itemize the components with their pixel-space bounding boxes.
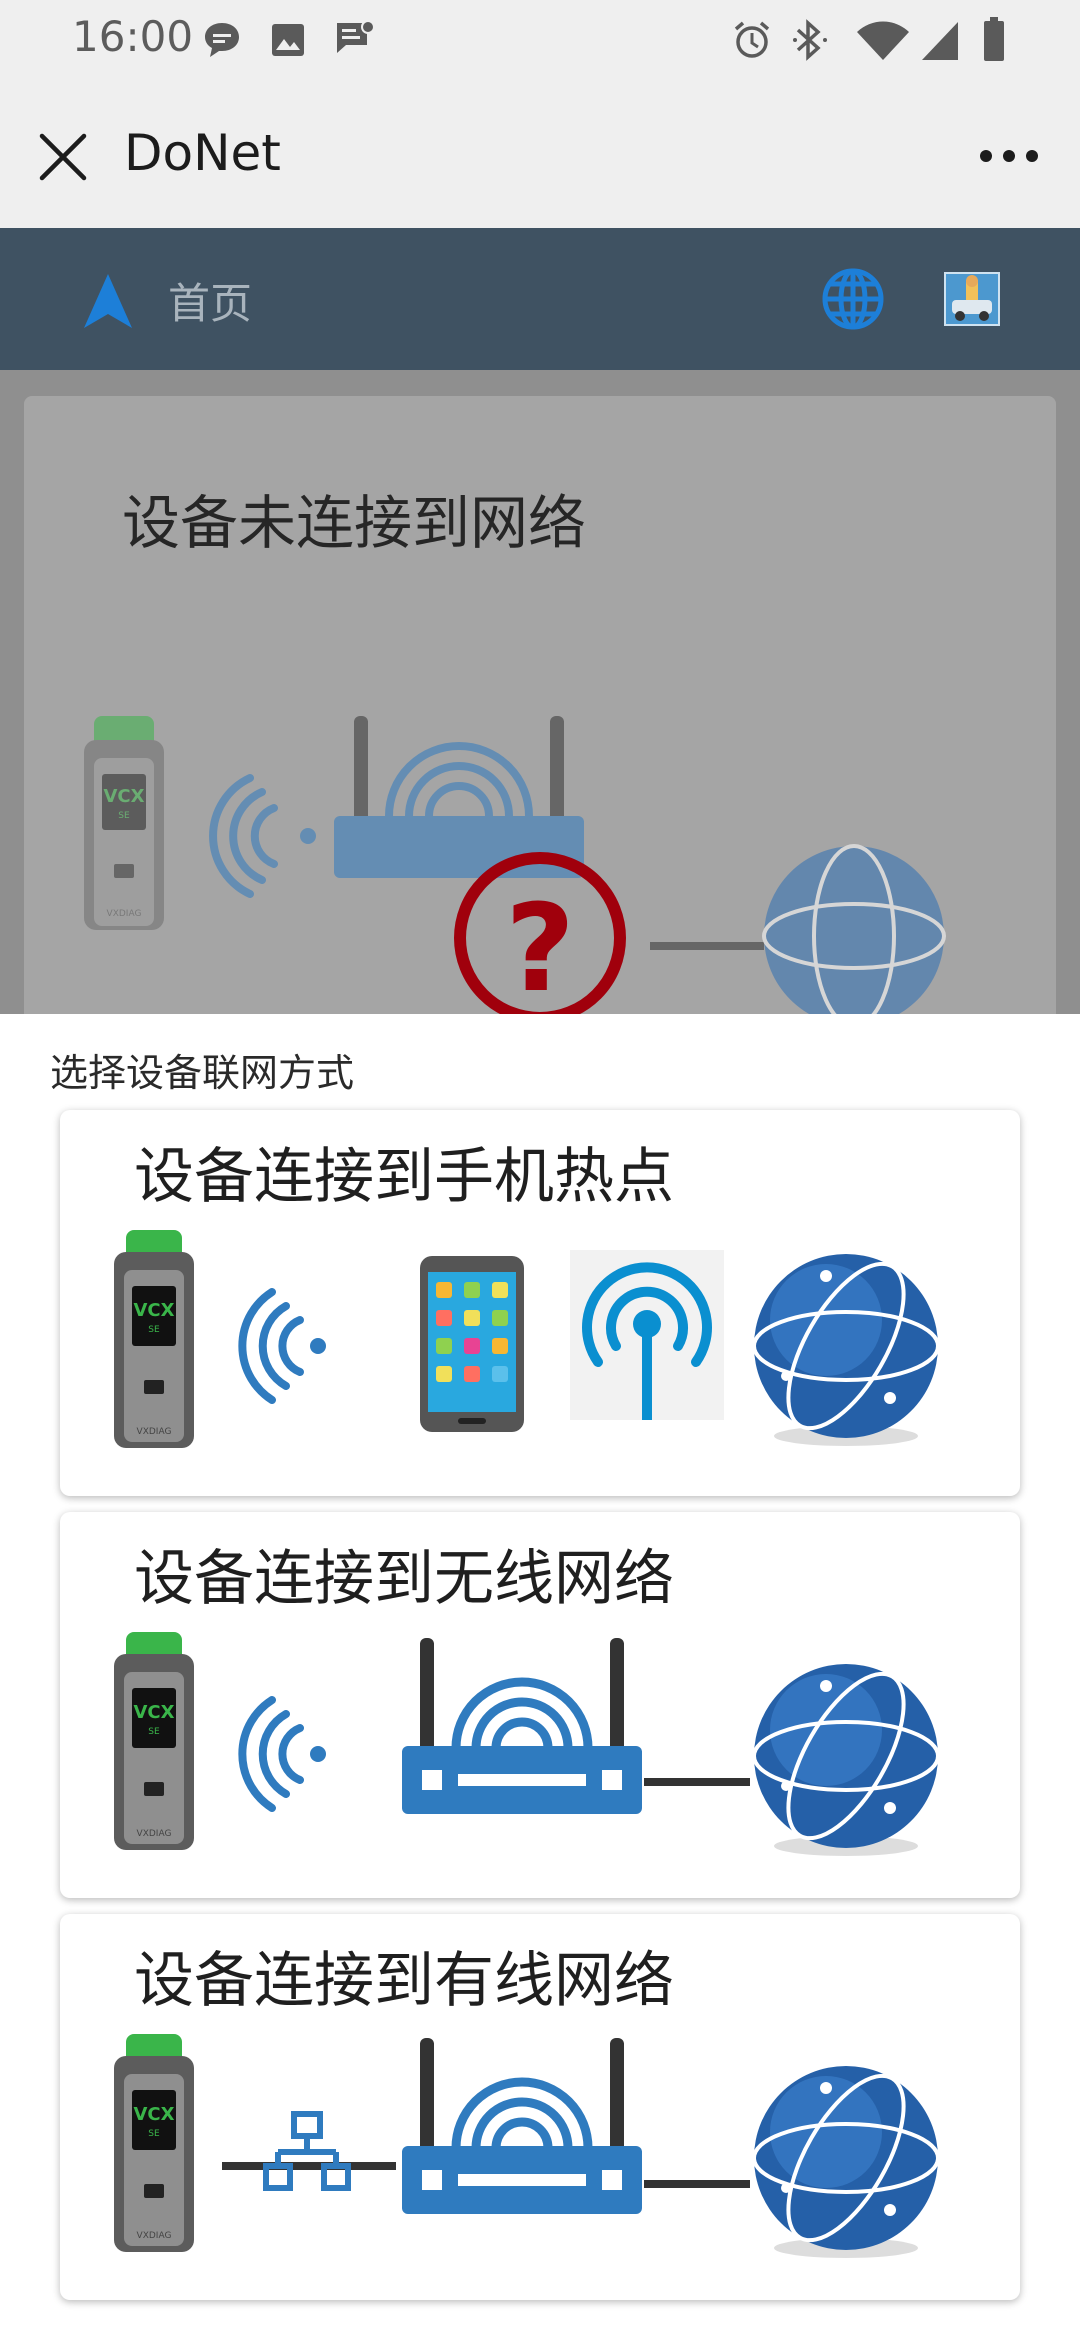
app-nav-bar: 首页	[0, 228, 1080, 370]
device-maker-text: VXDIAG	[137, 1427, 172, 1437]
cellular-signal-icon	[922, 22, 958, 60]
option-wireless[interactable]: 设备连接到无线网络 VCX SE VXDIAG	[60, 1512, 1020, 1898]
smartphone-icon	[420, 1256, 524, 1432]
title-bar: DoNet	[0, 80, 1080, 228]
navigation-arrow-icon[interactable]	[82, 272, 134, 330]
device-model-text: SE	[148, 2129, 160, 2139]
device-model-text: SE	[148, 1325, 160, 1335]
nav-home-link[interactable]: 首页	[168, 270, 252, 331]
vcx-device-image: VCX SE VXDIAG	[84, 716, 164, 930]
network-mode-sheet: 选择设备联网方式 设备连接到手机热点 VCX SE VXDIAG 设备连接到无线…	[0, 1014, 1080, 2340]
wired-diagram: VCX SE VXDIAG	[114, 2034, 940, 2258]
sheet-title: 选择设备联网方式	[50, 1051, 355, 1095]
image-icon	[272, 24, 304, 56]
device-brand-text: VCX	[103, 786, 144, 807]
vcx-device-image: VCX SE VXDIAG	[114, 1632, 194, 1850]
wireless-router-icon	[402, 1638, 642, 1814]
user-avatar-icon[interactable]	[944, 272, 1000, 326]
device-brand-text: VCX	[133, 1702, 174, 1723]
device-brand-text: VCX	[133, 2104, 174, 2125]
wireless-router-icon	[402, 2038, 642, 2214]
device-maker-text: VXDIAG	[137, 2231, 172, 2241]
device-maker-text: VXDIAG	[107, 909, 142, 919]
wireless-diagram: VCX SE VXDIAG	[114, 1632, 940, 1856]
dimmed-page-background: 设备未连接到网络 VCX SE VXDIAG ?	[0, 370, 1080, 1036]
internet-globe-icon	[752, 1664, 940, 1856]
wifi-signal-icon	[238, 1288, 304, 1404]
close-icon[interactable]	[36, 130, 90, 184]
hotspot-icon	[570, 1250, 724, 1420]
disconnected-diagram: VCX SE VXDIAG ?	[84, 716, 946, 1016]
message-icon	[205, 23, 239, 57]
option-hotspot-label: 设备连接到手机热点	[134, 1142, 674, 1212]
status-bar: 16:00	[0, 0, 1080, 80]
bluetooth-icon	[793, 19, 827, 61]
option-wired[interactable]: 设备连接到有线网络 VCX SE VXDIAG	[60, 1914, 1020, 2300]
option-wireless-label: 设备连接到无线网络	[134, 1544, 674, 1614]
option-hotspot[interactable]: 设备连接到手机热点 VCX SE VXDIAG	[60, 1110, 1020, 1496]
alarm-icon	[734, 21, 770, 58]
internet-globe-icon	[752, 2066, 940, 2258]
hotspot-diagram: VCX SE VXDIAG	[114, 1230, 940, 1448]
device-model-text: SE	[148, 1727, 160, 1737]
device-maker-text: VXDIAG	[137, 1829, 172, 1839]
vcx-device-image: VCX SE VXDIAG	[114, 2034, 194, 2252]
battery-icon	[984, 17, 1004, 61]
connection-status-title: 设备未连接到网络	[122, 489, 587, 557]
device-brand-text: VCX	[133, 1300, 174, 1321]
app-title: DoNet	[124, 124, 281, 182]
option-wired-label: 设备连接到有线网络	[134, 1946, 674, 2016]
wifi-signal-icon	[238, 1696, 304, 1812]
svg-text:?: ?	[505, 880, 575, 1016]
status-time: 16:00	[72, 12, 194, 61]
internet-globe-icon	[752, 1254, 940, 1446]
vcx-device-image: VCX SE VXDIAG	[114, 1230, 194, 1448]
connection-status-card: 设备未连接到网络 VCX SE VXDIAG ?	[24, 396, 1056, 1036]
device-model-text: SE	[118, 811, 130, 821]
globe-icon[interactable]	[820, 266, 886, 332]
chat-notification-icon	[337, 20, 375, 53]
more-options-icon[interactable]	[978, 146, 1040, 166]
ethernet-network-icon	[263, 2111, 351, 2191]
wifi-icon	[857, 21, 909, 60]
